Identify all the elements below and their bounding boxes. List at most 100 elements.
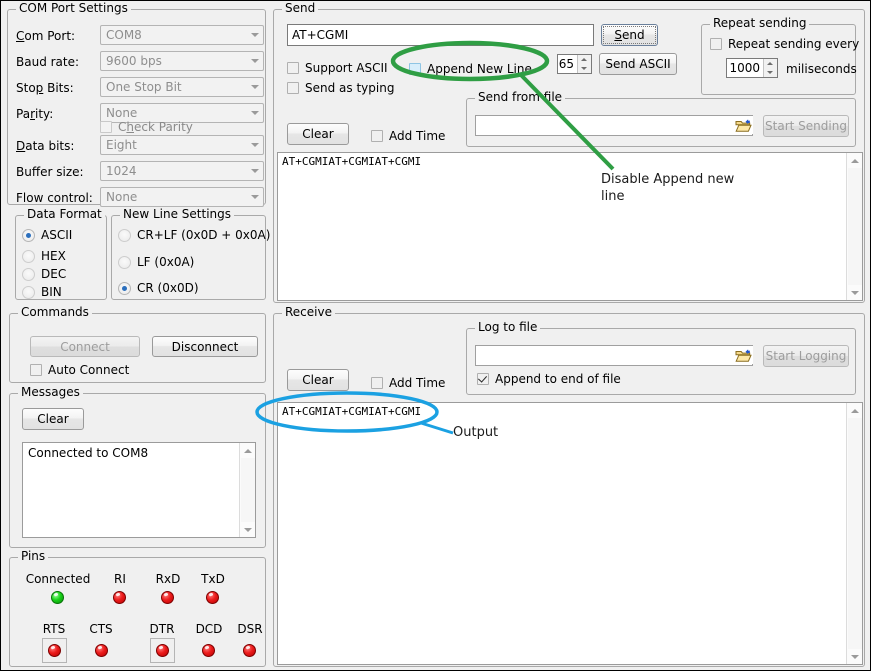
checkbox-send-add-time[interactable]: Add Time (371, 129, 445, 143)
messages-clear-button[interactable]: Clear (22, 408, 84, 430)
start-logging-button[interactable]: Start Logging (763, 345, 849, 367)
checkbox-send-as-typing-label: Send as typing (305, 81, 394, 95)
send-ascii-button[interactable]: Send ASCII (599, 53, 677, 75)
scroll-down-icon[interactable] (240, 522, 255, 537)
repeat-interval-value: 1000 (727, 59, 763, 77)
led-dcd (202, 644, 215, 657)
combo-flow-control[interactable]: None (100, 187, 264, 207)
scrollbar-track[interactable] (848, 168, 862, 285)
send-from-file-input[interactable] (475, 115, 753, 136)
chevron-down-icon (251, 169, 259, 173)
radio-data-format-dec[interactable]: DEC (22, 267, 66, 281)
label-baud-rate: Baud rate: (16, 55, 79, 69)
checkbox-auto-connect[interactable]: Auto Connect (30, 363, 129, 377)
checkbox-box (30, 364, 42, 376)
scroll-down-icon[interactable] (847, 649, 862, 664)
focus-ring (603, 26, 656, 44)
scrollbar-track[interactable] (848, 418, 862, 649)
scrollbar-track[interactable] (241, 458, 255, 522)
chevron-down-icon (251, 195, 259, 199)
annotation-note-output: Output (453, 424, 498, 441)
log-to-file-title: Log to file (475, 321, 540, 334)
combo-buffer-size[interactable]: 1024 (100, 161, 264, 181)
combo-stop-bits[interactable]: One Stop Bit (100, 77, 264, 97)
checkbox-repeat-sending[interactable]: Repeat sending every (710, 37, 859, 51)
pin-label-ri: RI (105, 572, 135, 586)
led-txd (206, 591, 219, 604)
messages-listbox[interactable]: Connected to COM8 (22, 442, 256, 538)
pin-label-cts: CTS (83, 622, 119, 636)
ascii-code-value: 65 (558, 55, 577, 73)
radio-data-format-bin[interactable]: BIN (22, 285, 62, 299)
repeat-interval-spinner[interactable]: 1000 (726, 58, 778, 78)
start-sending-button[interactable]: Start Sending (763, 115, 849, 137)
ascii-code-spinner[interactable]: 65 (557, 54, 592, 74)
combo-data-bits[interactable]: Eight (100, 135, 264, 155)
checkbox-check-parity[interactable]: Check Parity (100, 120, 193, 134)
folder-open-icon[interactable] (733, 116, 753, 134)
send-button[interactable]: Send (601, 24, 658, 46)
disconnect-button-label: Disconnect (172, 340, 239, 354)
scroll-down-icon[interactable] (847, 285, 862, 300)
send-group: Send AT+CGMI Send Support ASCII Append N… (273, 9, 865, 303)
checkbox-send-add-time-label: Add Time (389, 129, 445, 143)
checkbox-send-as-typing[interactable]: Send as typing (287, 81, 394, 95)
folder-open-icon[interactable] (733, 346, 753, 364)
chevron-down-icon (251, 85, 259, 89)
pin-label-connected: Connected (18, 572, 98, 586)
messages-title: Messages (18, 386, 83, 399)
send-command-value: AT+CGMI (292, 28, 348, 42)
combo-com-port[interactable]: COM8 (100, 25, 264, 45)
send-output-line: AT+CGMIAT+CGMIAT+CGMI (278, 153, 862, 168)
radio-data-format-hex[interactable]: HEX (22, 249, 66, 263)
spinner-down-icon (764, 68, 777, 77)
label-data-bits: Data bits: (16, 139, 74, 153)
receive-clear-button[interactable]: Clear (287, 369, 349, 391)
radio-dot (22, 268, 35, 281)
send-clear-button[interactable]: Clear (287, 123, 349, 145)
messages-scrollbar[interactable] (239, 443, 255, 537)
scroll-up-icon[interactable] (847, 153, 862, 168)
receive-output-textarea[interactable]: AT+CGMIAT+CGMIAT+CGMI (277, 402, 863, 665)
chevron-down-icon (251, 33, 259, 37)
combo-baud-rate[interactable]: 9600 bps (100, 51, 264, 71)
checkbox-receive-add-time[interactable]: Add Time (371, 376, 445, 390)
spinner-buttons[interactable] (763, 59, 777, 77)
send-command-input[interactable]: AT+CGMI (287, 24, 594, 46)
led-ri (113, 591, 126, 604)
send-output-scrollbar[interactable] (846, 153, 862, 300)
checkbox-auto-connect-label: Auto Connect (48, 363, 129, 377)
start-logging-label: Start Logging (766, 349, 847, 363)
combo-buffer-size-value: 1024 (106, 164, 137, 178)
checkbox-repeat-sending-label: Repeat sending every (728, 37, 859, 51)
radio-newline-cr[interactable]: CR (0x0D) (118, 281, 199, 295)
checkbox-support-ascii[interactable]: Support ASCII (287, 61, 388, 75)
scroll-up-icon[interactable] (240, 443, 255, 458)
disconnect-button[interactable]: Disconnect (152, 336, 258, 357)
connect-button[interactable]: Connect (30, 336, 140, 357)
radio-dot (22, 229, 35, 242)
radio-newline-lf[interactable]: LF (0x0A) (118, 255, 194, 269)
pin-label-dcd: DCD (190, 622, 228, 636)
radio-label: CR (0x0D) (137, 281, 199, 295)
folder-open-glyph (735, 118, 752, 133)
radio-dot (22, 250, 35, 263)
checkbox-append-to-end-of-file[interactable]: Append to end of file (477, 372, 621, 386)
radio-data-format-ascii[interactable]: ASCII (22, 228, 72, 242)
repeat-unit-label: miliseconds (786, 62, 857, 76)
log-to-file-group: Log to file Start Logging Append to end … (466, 328, 856, 395)
checkbox-box (371, 130, 383, 142)
checkbox-box (710, 38, 722, 50)
start-sending-label: Start Sending (765, 119, 847, 133)
scroll-up-icon[interactable] (847, 403, 862, 418)
log-to-file-input[interactable] (475, 345, 753, 366)
spinner-buttons[interactable] (577, 55, 591, 73)
connect-button-label: Connect (60, 340, 110, 354)
receive-output-scrollbar[interactable] (846, 403, 862, 664)
label-buffer-size: Buffer size: (16, 165, 84, 179)
checkbox-append-new-line[interactable]: Append New Line (409, 62, 532, 76)
send-output-textarea[interactable]: AT+CGMIAT+CGMIAT+CGMI (277, 152, 863, 301)
radio-newline-crlf[interactable]: CR+LF (0x0D + 0x0A) (118, 228, 270, 242)
com-port-settings-group: COM Port Settings Com Port: COM8 Baud ra… (7, 9, 266, 205)
receive-output-line: AT+CGMIAT+CGMIAT+CGMI (278, 403, 862, 418)
